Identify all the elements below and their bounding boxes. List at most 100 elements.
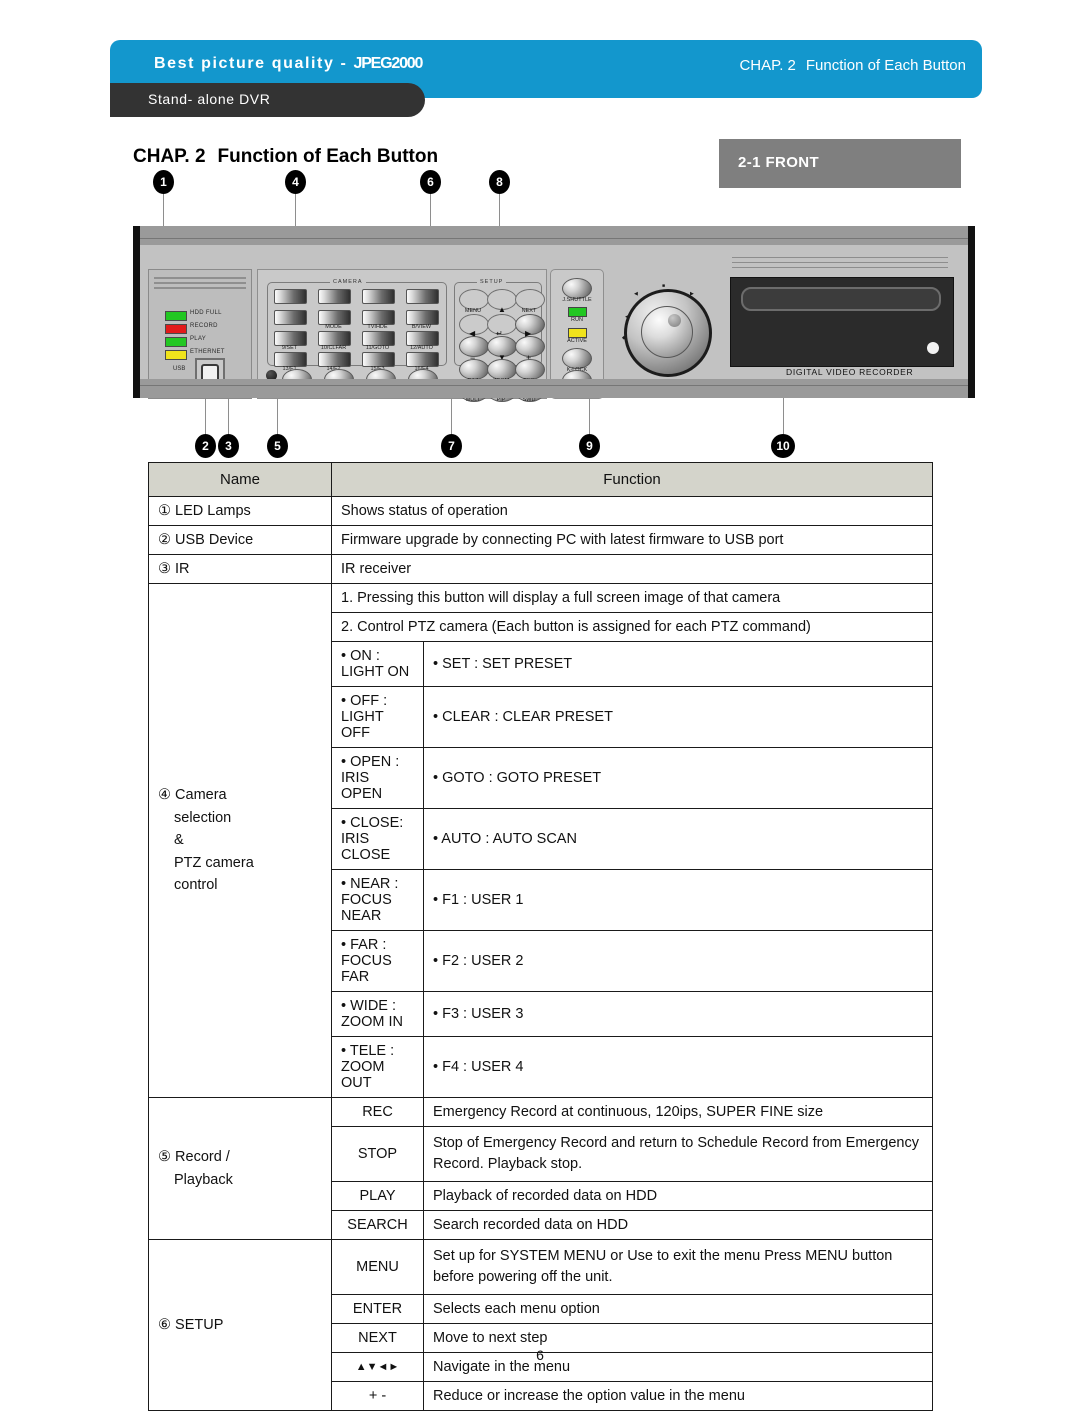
record-key-rec: REC (331, 1097, 424, 1127)
camera-button-12-auto[interactable] (406, 331, 439, 346)
led-lamp-play: PLAY (165, 336, 249, 347)
row-name-camera-line-1: ④ Camera (158, 787, 227, 804)
menu-button[interactable] (459, 289, 489, 310)
led-lamp-record: RECORD (165, 323, 249, 334)
camera-button-4[interactable] (406, 289, 439, 304)
row-function-camera-line-1: 1. Pressing this button will display a f… (331, 583, 933, 613)
callout-leader-9 (589, 396, 590, 434)
record-key-play: PLAY (331, 1181, 424, 1212)
jog-dial-inner[interactable] (641, 306, 693, 358)
dvr-bottom-strip (140, 379, 968, 398)
record-function-rec: Emergency Record at continuous, 120ips, … (423, 1097, 933, 1127)
usb-label: USB (173, 366, 186, 372)
jog-dial[interactable] (624, 289, 712, 377)
callout-10: 10 (771, 434, 795, 458)
setup-key-plusminus: + - (331, 1381, 424, 1411)
row-name-led-lamps: ① LED Lamps (148, 496, 332, 526)
camera-button-15-f3[interactable] (362, 352, 395, 367)
dvr-chassis: HDD FULL RECORD PLAY ETHERNET USB CAMERA… (133, 226, 975, 403)
camera-button-5[interactable] (274, 310, 307, 325)
ptz-left-5: • NEAR : FOCUS NEAR (331, 869, 424, 931)
camera-button-3[interactable] (362, 289, 395, 304)
row-name-setup: ⑥ SETUP (148, 1239, 332, 1411)
row-name-camera-line-4: PTZ camera (174, 854, 254, 871)
optical-drive-slot (741, 287, 941, 311)
camera-button-label-9: 9/SET (281, 345, 298, 351)
row-function-led-lamps: Shows status of operation (331, 496, 933, 526)
record-function-stop: Stop of Emergency Record and return to S… (423, 1125, 933, 1183)
vent-line (154, 277, 246, 279)
callout-4: 4 (285, 170, 306, 194)
camera-button-14-f2[interactable] (318, 352, 351, 367)
section-box-label: 2-1 FRONT (738, 154, 820, 171)
camera-group-label: CAMERA (330, 279, 366, 285)
camera-button-7-wide[interactable] (362, 310, 395, 325)
header-tagline-prefix: Best picture quality - (154, 55, 348, 72)
row-name-record-line-1: ⑤ Record / (158, 1149, 230, 1166)
next-button[interactable] (515, 289, 545, 310)
camera-button-16-f4[interactable] (406, 352, 439, 367)
k-lock-button[interactable] (562, 348, 592, 369)
table-row-ir: ③ IR IR receiver (148, 554, 933, 584)
zoom-button[interactable] (487, 359, 517, 380)
setup-group-label: SETUP (477, 279, 507, 285)
camera-button-10-clfar[interactable] (318, 331, 351, 346)
row-name-camera-line-5: control (174, 877, 218, 894)
ptz-right-2: • CLEAR : CLEAR PRESET (423, 686, 933, 748)
camera-button-11-goto[interactable] (362, 331, 395, 346)
table-row-record-rec: ⑤ Record / Playback REC Emergency Record… (148, 1096, 933, 1241)
callout-5: 5 (267, 434, 288, 458)
row-name-usb-device: ② USB Device (148, 525, 332, 555)
header-tagline: Best picture quality - JPEG2000 (154, 55, 424, 73)
optical-drive-eject-button[interactable] (927, 342, 939, 354)
row-function-usb-device: Firmware upgrade by connecting PC with l… (331, 525, 933, 555)
status-led-run (568, 307, 587, 317)
header-tagline-brand: JPEG2000 (353, 55, 424, 72)
ptz-right-3: • GOTO : GOTO PRESET (423, 747, 933, 809)
ptz-left-8: • TELE : ZOOM OUT (331, 1036, 424, 1098)
camera-button-8-view[interactable] (406, 310, 439, 325)
table-row-setup-menu: ⑥ SETUP MENU Set up for SYSTEM MENU or U… (148, 1239, 933, 1411)
jog-dial-dimple (668, 314, 681, 327)
table-row-camera-1: ④ Camera selection & PTZ camera control … (148, 583, 933, 1098)
callout-leader-7 (451, 396, 452, 434)
setup-function-menu: Set up for SYSTEM MENU or Use to exit th… (423, 1239, 933, 1296)
page-title-chapter: CHAP. 2 (133, 146, 206, 167)
jog-shuttle-button[interactable] (562, 278, 592, 299)
camera-button-1[interactable] (274, 289, 307, 304)
table-header-function: Function (331, 462, 933, 497)
camera-button-2[interactable] (318, 289, 351, 304)
page-number: 6 (536, 1347, 544, 1363)
camera-button-6-mode[interactable] (318, 310, 351, 325)
callout-9: 9 (579, 434, 600, 458)
table-header-name: Name (148, 462, 332, 497)
record-function-search: Search recorded data on HDD (423, 1210, 933, 1241)
camera-button-13-f1[interactable] (274, 352, 307, 367)
row-name-ir: ③ IR (148, 554, 332, 584)
vent-line (154, 282, 246, 284)
callout-8: 8 (489, 170, 510, 194)
led-chip-play (165, 337, 187, 347)
ptz-button[interactable] (459, 359, 489, 380)
ptz-left-2: • OFF : LIGHT OFF (331, 686, 424, 748)
ptz-right-5: • F1 : USER 1 (423, 869, 933, 931)
callout-leader-10 (783, 396, 784, 434)
jog-tick-upleft: ◀ (634, 291, 638, 297)
camera-button-9-set[interactable] (274, 331, 307, 346)
row-function-camera-line-2: 2. Control PTZ camera (Each button is as… (331, 612, 933, 642)
callout-3: 3 (218, 434, 239, 458)
callout-leader-3 (228, 396, 229, 434)
pre-button[interactable] (515, 359, 545, 380)
setup-key-menu: MENU (331, 1239, 424, 1296)
record-function-play: Playback of recorded data on HDD (423, 1181, 933, 1212)
function-table: Name Function ① LED Lamps Shows status o… (148, 462, 933, 1411)
row-name-camera: ④ Camera selection & PTZ camera control (148, 583, 332, 1098)
ptz-right-4: • AUTO : AUTO SCAN (423, 808, 933, 870)
bay-rail (732, 267, 948, 268)
ptz-left-1: • ON : LIGHT ON (331, 641, 424, 687)
table-row-usb-device: ② USB Device Firmware upgrade by connect… (148, 525, 933, 555)
bay-rail (732, 262, 948, 263)
status-led-run-label: RUN (571, 317, 583, 323)
section-box: 2-1 FRONT (719, 139, 961, 188)
header-chapter-title: Function of Each Button (805, 57, 966, 74)
